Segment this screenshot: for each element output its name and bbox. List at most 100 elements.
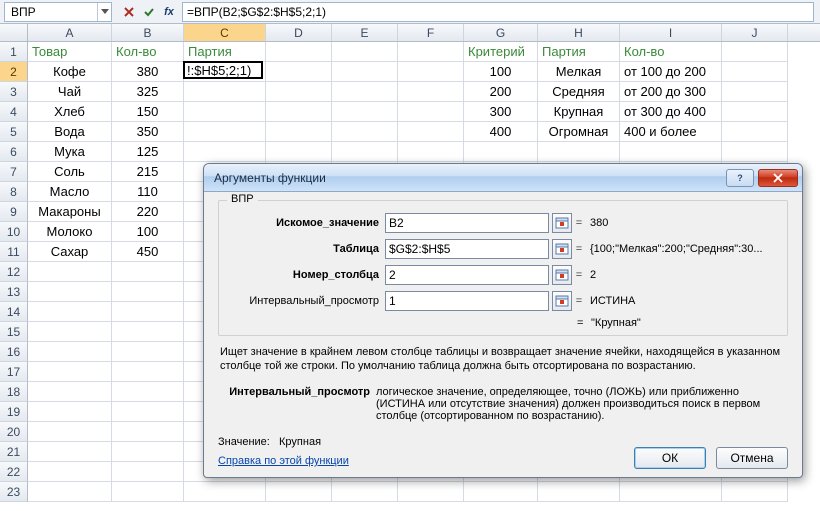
cell[interactable] xyxy=(266,42,332,62)
cell[interactable] xyxy=(112,302,184,322)
cell[interactable] xyxy=(398,62,464,82)
cell[interactable]: Партия xyxy=(184,42,266,62)
cell[interactable]: Кол-во xyxy=(620,42,722,62)
cell[interactable] xyxy=(28,362,112,382)
cell[interactable] xyxy=(112,322,184,342)
row-header[interactable]: 9 xyxy=(0,202,28,222)
row-header[interactable]: 7 xyxy=(0,162,28,182)
cell[interactable]: 110 xyxy=(112,182,184,202)
cell[interactable]: 325 xyxy=(112,82,184,102)
cell[interactable] xyxy=(722,142,788,162)
row-header[interactable]: 15 xyxy=(0,322,28,342)
cell[interactable] xyxy=(28,422,112,442)
cell[interactable]: Сахар xyxy=(28,242,112,262)
cell[interactable] xyxy=(332,482,398,502)
cell[interactable] xyxy=(332,102,398,122)
range-selector-button[interactable] xyxy=(552,239,572,259)
cell[interactable]: Вода xyxy=(28,122,112,142)
cell[interactable] xyxy=(266,102,332,122)
row-header[interactable]: 4 xyxy=(0,102,28,122)
cell[interactable] xyxy=(112,362,184,382)
column-header[interactable]: J xyxy=(722,24,788,41)
range-selector-button[interactable] xyxy=(552,265,572,285)
arg-input[interactable]: B2 xyxy=(385,213,549,233)
help-link[interactable]: Справка по этой функции xyxy=(218,455,349,467)
dialog-titlebar[interactable]: Аргументы функции ? xyxy=(204,164,802,192)
arg-input[interactable]: $G$2:$H$5 xyxy=(385,239,549,259)
cell[interactable]: Соль xyxy=(28,162,112,182)
arg-input[interactable]: 2 xyxy=(385,265,549,285)
cell[interactable]: 200 xyxy=(464,82,538,102)
ok-button[interactable]: ОК xyxy=(634,447,706,469)
cell[interactable] xyxy=(184,62,266,82)
range-selector-button[interactable] xyxy=(552,291,572,311)
row-header[interactable]: 10 xyxy=(0,222,28,242)
formula-input[interactable]: =ВПР(B2;$G$2:$H$5;2;1) xyxy=(182,2,814,22)
cell[interactable] xyxy=(722,82,788,102)
cell[interactable] xyxy=(722,62,788,82)
cell[interactable] xyxy=(184,82,266,102)
cell[interactable] xyxy=(266,62,332,82)
row-header[interactable]: 1 xyxy=(0,42,28,62)
cell[interactable]: 150 xyxy=(112,102,184,122)
row-header[interactable]: 8 xyxy=(0,182,28,202)
cell[interactable]: от 200 до 300 xyxy=(620,82,722,102)
row-header[interactable]: 18 xyxy=(0,382,28,402)
cell[interactable]: Огромная xyxy=(538,122,620,142)
cell[interactable]: 400 xyxy=(464,122,538,142)
cell[interactable] xyxy=(538,482,620,502)
cell[interactable] xyxy=(112,462,184,482)
cell[interactable] xyxy=(28,402,112,422)
cell[interactable] xyxy=(112,282,184,302)
cell[interactable] xyxy=(28,282,112,302)
row-header[interactable]: 2 xyxy=(0,62,28,82)
row-header[interactable]: 6 xyxy=(0,142,28,162)
cell[interactable] xyxy=(266,122,332,142)
row-header[interactable]: 3 xyxy=(0,82,28,102)
column-header[interactable]: I xyxy=(620,24,722,41)
row-header[interactable]: 23 xyxy=(0,482,28,502)
cell[interactable]: 100 xyxy=(464,62,538,82)
cell[interactable] xyxy=(332,42,398,62)
column-header[interactable]: G xyxy=(464,24,538,41)
cell[interactable] xyxy=(112,482,184,502)
cell[interactable]: Макароны xyxy=(28,202,112,222)
cell[interactable]: 450 xyxy=(112,242,184,262)
cell[interactable] xyxy=(184,102,266,122)
row-header[interactable]: 14 xyxy=(0,302,28,322)
cell[interactable] xyxy=(332,142,398,162)
cell[interactable] xyxy=(112,342,184,362)
cell[interactable]: Масло xyxy=(28,182,112,202)
cell[interactable] xyxy=(112,402,184,422)
cell[interactable] xyxy=(398,102,464,122)
row-header[interactable]: 21 xyxy=(0,442,28,462)
cell[interactable] xyxy=(112,442,184,462)
cell[interactable] xyxy=(28,322,112,342)
cell[interactable]: 215 xyxy=(112,162,184,182)
cell[interactable] xyxy=(28,302,112,322)
row-header[interactable]: 13 xyxy=(0,282,28,302)
cell[interactable] xyxy=(398,482,464,502)
cell[interactable] xyxy=(28,442,112,462)
cell[interactable] xyxy=(398,82,464,102)
cell[interactable] xyxy=(266,82,332,102)
row-header[interactable]: 5 xyxy=(0,122,28,142)
cell[interactable] xyxy=(722,122,788,142)
cell[interactable] xyxy=(398,42,464,62)
enter-formula-button[interactable] xyxy=(140,3,158,21)
cell[interactable] xyxy=(464,142,538,162)
cell[interactable]: Товар xyxy=(28,42,112,62)
cell[interactable] xyxy=(112,262,184,282)
row-header[interactable]: 20 xyxy=(0,422,28,442)
cell[interactable]: Чай xyxy=(28,82,112,102)
select-all-corner[interactable] xyxy=(0,24,28,41)
cell[interactable]: от 100 до 200 xyxy=(620,62,722,82)
column-header[interactable]: H xyxy=(538,24,620,41)
row-header[interactable]: 17 xyxy=(0,362,28,382)
cell[interactable]: Кол-во xyxy=(112,42,184,62)
column-header[interactable]: F xyxy=(398,24,464,41)
cell[interactable]: 380 xyxy=(112,62,184,82)
cell[interactable]: Средняя xyxy=(538,82,620,102)
cell[interactable] xyxy=(28,482,112,502)
cell[interactable]: 220 xyxy=(112,202,184,222)
